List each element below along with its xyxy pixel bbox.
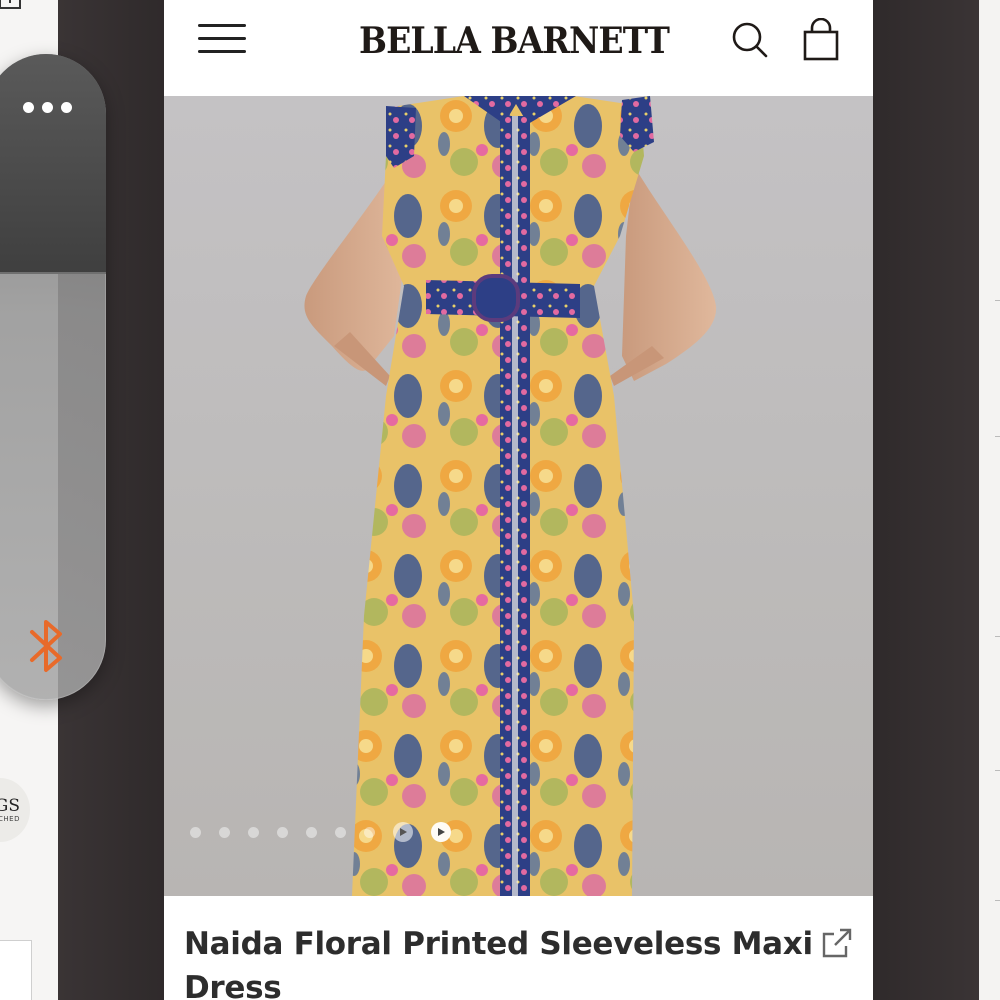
- brand-logo[interactable]: BELLA BARNETT: [339, 16, 689, 66]
- carousel-dot[interactable]: [364, 826, 375, 838]
- divider: [995, 300, 1000, 301]
- carousel-dot[interactable]: [335, 826, 346, 838]
- product-image-carousel[interactable]: [164, 96, 873, 896]
- divider: [0, 272, 106, 274]
- carousel-dot[interactable]: [248, 826, 259, 838]
- carousel-dot[interactable]: [277, 826, 288, 838]
- badge-subtext: CHED: [0, 815, 20, 823]
- video-dot-play-icon[interactable]: [393, 822, 413, 842]
- hamburger-icon-line: [198, 37, 246, 40]
- divider: [995, 436, 1000, 437]
- badge-text: GS: [0, 796, 20, 816]
- divider: [995, 636, 1000, 637]
- search-icon[interactable]: [730, 20, 770, 60]
- mobile-product-page: BELLA BARNETT Naida Floral Printed Sleev…: [164, 0, 873, 1000]
- dot: [60, 101, 72, 113]
- divider: [995, 770, 1000, 771]
- dot: [41, 101, 53, 113]
- dot: [22, 101, 34, 113]
- carousel-dot[interactable]: [306, 826, 317, 838]
- menu-button[interactable]: [198, 24, 246, 58]
- hamburger-icon-line: [198, 24, 246, 27]
- carousel-dot[interactable]: [219, 826, 230, 838]
- bluetooth-icon[interactable]: [24, 616, 70, 676]
- hamburger-icon-line: [198, 50, 246, 53]
- external-link-icon[interactable]: [820, 926, 854, 960]
- carousel-pagination: [190, 820, 451, 844]
- more-dots-icon[interactable]: [14, 92, 80, 122]
- site-header: BELLA BARNETT: [164, 0, 873, 96]
- product-title: Naida Floral Printed Sleeveless Maxi Dre…: [184, 926, 813, 1000]
- video-dot-play-icon-active[interactable]: [431, 822, 451, 842]
- shopping-bag-icon[interactable]: [802, 18, 840, 62]
- divider: [995, 900, 1000, 901]
- background-card: [0, 940, 32, 1000]
- share-upload-icon: [0, 0, 21, 9]
- floating-control-pill[interactable]: [0, 54, 106, 700]
- pill-top-section: [0, 54, 106, 274]
- carousel-dot[interactable]: [190, 826, 201, 838]
- background-app-right: [979, 0, 1000, 1000]
- background-brand-badge: GS CHED: [0, 778, 30, 842]
- product-photo[interactable]: [164, 96, 873, 896]
- window-gap-right: [873, 0, 979, 1000]
